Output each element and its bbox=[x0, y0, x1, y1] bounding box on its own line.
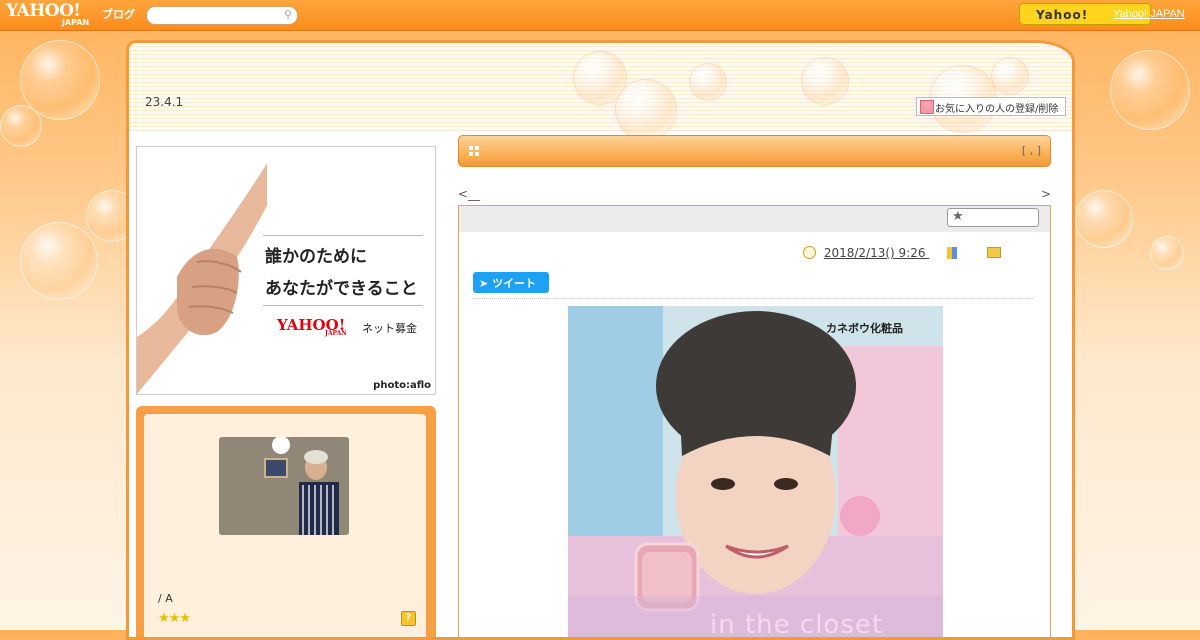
header-date: 23.4.1 bbox=[145, 95, 184, 109]
decor-bubble bbox=[0, 105, 42, 147]
grid-icon bbox=[469, 146, 480, 157]
post-meta: 2018/2/13() 9:26 bbox=[803, 246, 1002, 260]
ad-divider bbox=[263, 305, 423, 306]
cosmetics-ad-photo bbox=[568, 306, 943, 637]
blog-frame: 23.4.1 ♡ お気に入りの人の登録/削除 誰かのために あなたができること … bbox=[126, 40, 1075, 640]
image-caption: in the closet bbox=[710, 610, 884, 640]
help-icon[interactable]: ? bbox=[401, 611, 416, 626]
decor-bubble bbox=[801, 57, 849, 105]
post-header: ★ bbox=[459, 206, 1050, 232]
search-input[interactable]: ⚲ bbox=[146, 6, 298, 25]
image-brand-text: カネボウ化粧品 bbox=[826, 322, 903, 335]
favorite-register-button[interactable]: ♡ お気に入りの人の登録/削除 bbox=[916, 97, 1066, 116]
ad-service-name: ネット募金 bbox=[362, 322, 417, 335]
folder-icon[interactable] bbox=[987, 247, 1002, 258]
ad-headline-2: あなたができること bbox=[265, 279, 418, 299]
logo-sub: JAPAN bbox=[62, 18, 90, 27]
post-datetime[interactable]: 2018/2/13() 9:26 bbox=[824, 246, 929, 260]
decor-bubble bbox=[689, 63, 727, 101]
article-title-bar: [ , ] bbox=[458, 135, 1051, 167]
next-article-link[interactable]: > bbox=[1041, 187, 1051, 201]
decor-bubble bbox=[615, 79, 677, 141]
decor-bubble bbox=[20, 222, 98, 300]
favorite-register-label: お気に入りの人の登録/削除 bbox=[935, 104, 1059, 115]
twitter-bird-icon: ➤ bbox=[479, 277, 489, 290]
ad-brand-sub: JAPAN bbox=[325, 330, 347, 337]
rating-stars: ★★★ bbox=[158, 611, 191, 626]
tweet-label: ツイート bbox=[492, 277, 537, 290]
prev-article-link[interactable]: <__ bbox=[458, 187, 480, 201]
charity-ad-banner[interactable]: 誰かのために あなたができること YAHOO! JAPAN ネット募金 phot… bbox=[136, 146, 436, 395]
book-icon[interactable] bbox=[947, 247, 958, 259]
blog-header: 23.4.1 ♡ お気に入りの人の登録/削除 bbox=[129, 43, 1072, 141]
post-image[interactable]: カネボウ化粧品 in the closet bbox=[568, 306, 943, 640]
avatar-photo bbox=[219, 437, 349, 535]
article-post: ★ 2018/2/13() 9:26 ➤ ツイート カネボウ化粧品 in the… bbox=[458, 205, 1051, 640]
search-icon[interactable]: ⚲ bbox=[284, 8, 292, 21]
ad-headline-1: 誰かのために bbox=[265, 247, 367, 267]
heart-icon: ♡ bbox=[920, 100, 934, 114]
decor-bubble bbox=[991, 57, 1029, 95]
star-icon: ★ bbox=[952, 209, 964, 224]
top-bar: YAHOO! JAPAN ブログ ⚲ Yahoo! Yahoo! JAPAN bbox=[0, 0, 1200, 31]
profile-inner: / A ★★★ ? bbox=[144, 414, 426, 637]
ad-divider bbox=[263, 235, 423, 236]
ad-yahoo-logo: YAHOO! JAPAN bbox=[277, 316, 347, 337]
yahoo-logo[interactable]: YAHOO! JAPAN bbox=[6, 1, 89, 27]
profile-panel: / A ★★★ ? bbox=[136, 406, 436, 637]
favorite-star-button[interactable]: ★ bbox=[947, 208, 1039, 227]
clock-icon bbox=[803, 246, 816, 259]
handshake-image bbox=[137, 163, 267, 394]
decor-bubble bbox=[1075, 190, 1133, 248]
decor-bubble bbox=[1150, 236, 1184, 270]
title-bar-meta: [ , ] bbox=[1021, 144, 1041, 157]
blog-label[interactable]: ブログ bbox=[102, 6, 135, 22]
decor-bubble bbox=[1110, 50, 1190, 130]
divider bbox=[473, 298, 1033, 299]
profile-name[interactable]: / A bbox=[158, 592, 173, 605]
avatar[interactable] bbox=[219, 437, 349, 535]
tweet-button[interactable]: ➤ ツイート bbox=[473, 272, 549, 293]
yahoo-japan-link[interactable]: Yahoo! JAPAN bbox=[1113, 8, 1185, 20]
ad-photo-credit: photo:aflo bbox=[373, 380, 431, 391]
